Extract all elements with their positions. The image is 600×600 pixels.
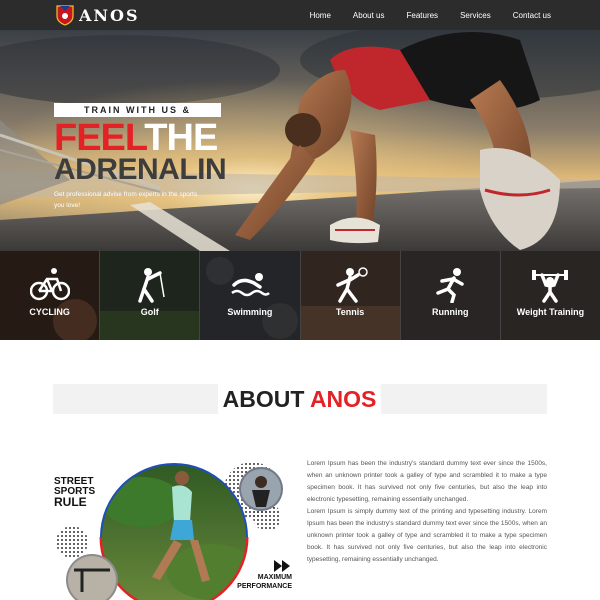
hero-headline-adrenalin: ADRENALIN	[54, 153, 227, 186]
sport-tile-swimming[interactable]: Swimming	[200, 251, 301, 340]
about-sports-collage: STREET SPORTS RULE MAXIMUM PERFORMANCE	[54, 462, 292, 600]
sport-label-swimming: Swimming	[227, 307, 273, 317]
nav-contact-us[interactable]: Contact us	[513, 11, 551, 20]
sport-tile-weight-training[interactable]: Weight Training	[500, 251, 600, 340]
shield-logo-icon	[56, 5, 74, 26]
collage-caption-rule: RULE	[54, 495, 87, 509]
hero-slider: TRAIN WITH US & FEELTHE ADRENALIN Get pr…	[0, 30, 600, 251]
top-navbar: ANOS Home About us Features Services Con…	[0, 0, 600, 30]
sport-tile-golf[interactable]: Golf	[100, 251, 201, 340]
golfer-icon	[138, 268, 165, 303]
nav-features[interactable]: Features	[406, 11, 438, 20]
double-arrow-icon	[274, 560, 290, 572]
collage-caption-performance: PERFORMANCE	[237, 583, 292, 590]
about-paragraph-2: Lorem Ipsum is simply dummy text of the …	[307, 508, 547, 563]
nav-about-us[interactable]: About us	[353, 11, 385, 20]
hero-subtext: Get professional advise from experts in …	[54, 191, 198, 209]
about-body-text: Lorem Ipsum has been the industry's stan…	[307, 458, 547, 566]
swimmer-icon	[231, 273, 270, 297]
runner-icon	[436, 268, 465, 303]
nav-services[interactable]: Services	[460, 11, 491, 20]
tennis-player-icon	[336, 267, 368, 303]
sport-label-running: Running	[432, 307, 469, 317]
sport-label-golf: Golf	[140, 307, 159, 317]
sport-tile-tennis[interactable]: Tennis	[300, 251, 401, 340]
sport-label-weight-training: Weight Training	[516, 307, 585, 317]
sport-tile-cycling[interactable]: CYCLING	[0, 251, 101, 340]
hero-kicker: TRAIN WITH US &	[54, 103, 221, 117]
weightlifter-icon	[532, 270, 569, 303]
hero-headline: FEELTHE	[54, 118, 218, 158]
sports-category-strip: CYCLING Golf Swimming Tennis Running Wei…	[0, 251, 600, 340]
collage-caption-maximum: MAXIMUM	[258, 574, 292, 581]
bicycle-icon	[29, 268, 70, 301]
nav-home[interactable]: Home	[310, 11, 331, 20]
sport-label-tennis: Tennis	[335, 307, 365, 317]
about-heading-red: ANOS	[309, 386, 377, 412]
about-heading: ABOUT ANOS	[218, 383, 381, 415]
brand-name: ANOS	[79, 5, 140, 25]
about-heading-dark: ABOUT	[222, 386, 305, 412]
main-nav: Home About us Features Services Contact …	[288, 0, 551, 30]
about-paragraph-1: Lorem Ipsum has been the industry's stan…	[307, 460, 547, 503]
sport-tile-running[interactable]: Running	[400, 251, 501, 340]
brand-logo[interactable]: ANOS	[55, 3, 140, 27]
sport-label-cycling: CYCLING	[29, 307, 70, 317]
